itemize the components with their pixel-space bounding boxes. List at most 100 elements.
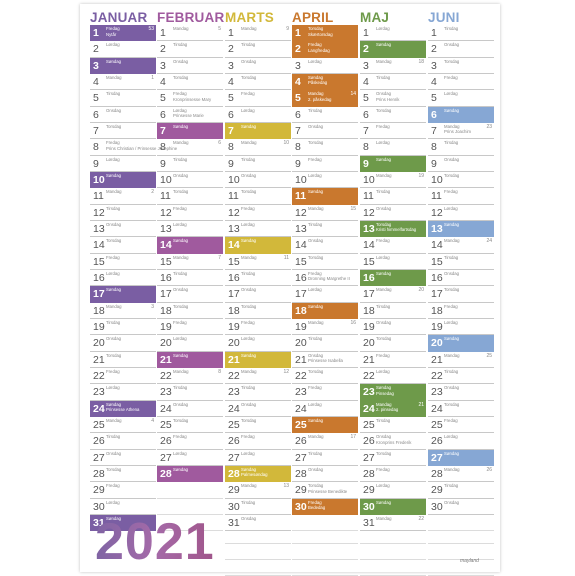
week-number: 5 — [218, 26, 221, 32]
day-number: 18 — [363, 304, 375, 317]
weekday-label: Torsdag — [308, 140, 324, 146]
weekday-label: Mandag — [106, 417, 122, 423]
weekday-label: Torsdag — [444, 401, 460, 407]
day-number: 17 — [363, 288, 375, 301]
weekday-label: Fredag — [376, 123, 390, 129]
weekday-label: Fredag — [444, 189, 458, 195]
day-number: 2 — [431, 43, 437, 56]
weekday-label: Mandag — [241, 483, 257, 489]
day-number: 23 — [93, 386, 105, 399]
day-number: 28 — [431, 467, 443, 480]
day-row: 4 Tirsdag — [360, 74, 426, 91]
day-number: 10 — [363, 173, 375, 186]
weekday-label: Lørdag — [376, 140, 390, 146]
day-row: 14 Mandag 24 — [428, 237, 494, 254]
day-row: 10 Søndag — [90, 171, 156, 189]
weekday-label: Lørdag — [308, 401, 322, 407]
week-number: 16 — [350, 319, 356, 326]
day-number: 27 — [160, 451, 172, 464]
day-number: 22 — [160, 369, 172, 382]
weekday-label: Onsdag — [444, 385, 460, 391]
day-number: 11 — [431, 190, 442, 203]
day-number: 26 — [160, 435, 172, 448]
weekday-label: Fredag — [308, 42, 322, 48]
weekday-label: Lørdag — [444, 205, 458, 211]
weekday-label: Søndag — [444, 107, 460, 113]
day-row: 6 Torsdag — [360, 107, 426, 123]
weekday-label: Søndag — [308, 417, 324, 423]
day-number: 25 — [363, 418, 375, 431]
day-number: 25 — [431, 418, 443, 431]
day-number: 14 — [160, 239, 172, 252]
weekday-label: Fredag — [308, 499, 322, 505]
day-row: 3 Onsdag — [225, 58, 291, 74]
day-number: 15 — [160, 255, 172, 268]
weekday-label: Torsdag — [173, 303, 189, 309]
day-number: 3 — [228, 59, 234, 72]
weekday-label: Torsdag — [376, 450, 392, 456]
day-number: 22 — [363, 369, 375, 382]
day-number: 14 — [93, 239, 105, 252]
day-number: 14 — [295, 239, 307, 252]
day-row: 23 Tirsdag — [157, 384, 223, 401]
day-row: 30 Fredag Bededag — [292, 498, 358, 515]
weekday-label: Lørdag — [106, 499, 120, 505]
weekday-label: Tirsdag — [444, 483, 459, 489]
weekday-label: Onsdag — [173, 287, 189, 293]
day-number: 14 — [431, 239, 443, 252]
day-number: 6 — [431, 108, 437, 121]
day-row: 4 Torsdag — [225, 74, 291, 91]
day-row: 16 Tirsdag — [225, 270, 291, 287]
weekday-label: Mandag — [106, 303, 122, 309]
day-row: 2 Søndag — [360, 41, 426, 58]
holiday-label: Langfredag — [308, 47, 330, 53]
day-row: 12 Lørdag — [428, 205, 494, 221]
weekday-label: Fredag — [173, 205, 187, 211]
day-row: 20 Tirsdag — [292, 335, 358, 352]
day-number: 10 — [93, 173, 105, 186]
day-row: 10 Torsdag — [428, 172, 494, 189]
week-number: 4 — [151, 417, 154, 424]
day-row: 16 Onsdag — [428, 270, 494, 287]
week-number: 14 — [350, 91, 356, 98]
holiday-label: Prins Joachim — [444, 129, 471, 135]
day-row: 24 Onsdag — [157, 401, 223, 417]
week-number: 18 — [418, 58, 424, 65]
day-row: 1 Mandag 9 — [225, 25, 291, 42]
weekday-label: Onsdag — [308, 466, 324, 472]
week-number: 23 — [486, 123, 492, 130]
note-line — [225, 543, 291, 545]
day-number: 22 — [228, 369, 240, 382]
weekday-label: Lørdag — [376, 254, 390, 260]
day-row: 2 Lørdag — [90, 41, 156, 58]
weekday-label: Mandag — [308, 434, 324, 440]
day-number: 28 — [93, 467, 105, 480]
day-row: 26 Lørdag — [428, 433, 494, 450]
day-number: 19 — [93, 320, 105, 333]
week-number: 3 — [151, 303, 154, 310]
day-row: 18 Torsdag — [225, 303, 291, 319]
day-number: 12 — [160, 206, 172, 219]
day-row: 2 Tirsdag — [225, 41, 291, 58]
day-number: 7 — [228, 124, 234, 137]
day-row: 12 Onsdag — [360, 205, 426, 221]
day-number: 29 — [295, 484, 307, 497]
weekday-label: Lørdag — [444, 91, 458, 97]
day-row: 7 Onsdag — [292, 123, 358, 140]
weekday-label: Onsdag — [308, 123, 324, 129]
day-number: 26 — [431, 435, 443, 448]
day-number: 15 — [363, 255, 375, 268]
weekday-label: Onsdag — [376, 319, 392, 325]
weekday-label: Lørdag — [308, 58, 322, 64]
day-number: 10 — [295, 173, 307, 186]
day-number: 23 — [228, 386, 240, 399]
day-row: 25 Torsdag — [225, 417, 291, 434]
note-line — [225, 559, 291, 561]
day-number: 20 — [93, 337, 105, 350]
day-row: 26 Onsdag Kronprins Frederik — [360, 433, 426, 450]
weekday-label: Lørdag — [444, 434, 458, 440]
weekday-label: Fredag — [106, 368, 120, 374]
week-number: 12 — [283, 368, 289, 375]
day-row: 24 Torsdag — [428, 401, 494, 417]
day-number: 12 — [228, 206, 240, 219]
